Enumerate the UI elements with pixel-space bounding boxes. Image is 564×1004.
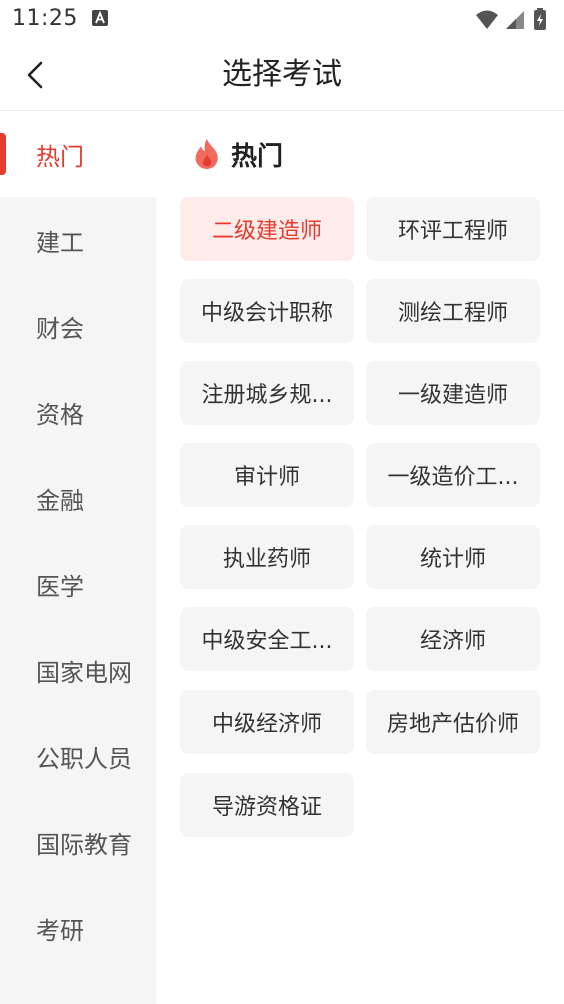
back-button[interactable]: [12, 52, 58, 98]
exam-button-intermediate-accounting[interactable]: 中级会计职称: [180, 279, 354, 343]
sidebar-item-label: 金融: [36, 486, 84, 515]
exam-button-label: 房地产估价师: [386, 712, 519, 737]
exam-button-eia-engineer[interactable]: 环评工程师: [366, 197, 540, 261]
exam-button-label: 导游资格证: [211, 795, 322, 820]
exam-button-urban-planner[interactable]: 注册城乡规...: [180, 361, 354, 425]
chevron-left-icon: [27, 61, 43, 89]
exam-button-licensed-pharmacist[interactable]: 执业药师: [180, 525, 354, 589]
sidebar-item-label: 资格: [36, 400, 84, 429]
exam-button-surveying-engineer[interactable]: 测绘工程师: [366, 279, 540, 343]
section-title-text: 热门: [231, 141, 284, 172]
sidebar-item-label: 建工: [36, 228, 84, 257]
sidebar-item-accounting[interactable]: 财会: [0, 283, 156, 369]
exam-button-label: 中级会计职称: [200, 301, 333, 326]
exam-button-label: 一级造价工...: [387, 465, 519, 490]
exam-button-label: 中级经济师: [211, 712, 322, 737]
cellular-signal-icon: [506, 11, 524, 29]
sidebar-item-label: 医学: [36, 572, 84, 601]
exam-button-label: 统计师: [419, 547, 486, 572]
exam-button-label: 二级建造师: [211, 219, 322, 244]
sidebar-item-label: 考研: [36, 916, 84, 945]
exam-button-first-class-cost-engineer[interactable]: 一级造价工...: [366, 443, 540, 507]
exam-button-first-class-constructor[interactable]: 一级建造师: [366, 361, 540, 425]
sidebar-item-postgraduate[interactable]: 考研: [0, 885, 156, 971]
exam-button-tour-guide-certificate[interactable]: 导游资格证: [180, 773, 354, 837]
exam-button-label: 经济师: [419, 629, 486, 654]
exam-button-label: 执业药师: [222, 547, 311, 572]
exam-button-intermediate-safety-engineer[interactable]: 中级安全工...: [180, 607, 354, 671]
exam-button-label: 一级建造师: [397, 383, 508, 408]
fire-icon: [195, 139, 218, 169]
sidebar-item-construction[interactable]: 建工: [0, 197, 156, 283]
exam-button-label: 注册城乡规...: [201, 383, 333, 408]
category-sidebar: 热门 建工 财会 资格 金融 医学 国家电网 公职人员 国际教育 考研: [0, 111, 156, 1004]
exam-button-economist[interactable]: 经济师: [366, 607, 540, 671]
sidebar-item-civil-servants[interactable]: 公职人员: [0, 713, 156, 799]
exam-button-intermediate-economist[interactable]: 中级经济师: [180, 690, 354, 754]
battery-icon: [534, 8, 546, 30]
header: 选择考试: [0, 40, 564, 111]
sidebar-item-hot[interactable]: 热门: [0, 111, 156, 197]
sidebar-item-international-education[interactable]: 国际教育: [0, 799, 156, 885]
notification-a-icon: [92, 10, 108, 26]
status-bar: 11:25: [0, 0, 564, 40]
status-icons: [476, 8, 546, 30]
sidebar-item-label: 公职人员: [36, 744, 132, 773]
exam-button-label: 环评工程师: [397, 219, 508, 244]
exam-button-second-class-constructor[interactable]: 二级建造师: [180, 197, 354, 261]
active-indicator: [0, 133, 6, 175]
exam-button-auditor[interactable]: 审计师: [180, 443, 354, 507]
wifi-icon: [476, 10, 498, 29]
sidebar-item-label: 财会: [36, 314, 84, 343]
exam-button-real-estate-appraiser[interactable]: 房地产估价师: [366, 690, 540, 754]
sidebar-item-label: 热门: [36, 142, 84, 171]
exam-button-statistician[interactable]: 统计师: [366, 525, 540, 589]
sidebar-item-label: 国际教育: [36, 830, 132, 859]
sidebar-item-state-grid[interactable]: 国家电网: [0, 627, 156, 713]
exam-button-label: 中级安全工...: [201, 629, 333, 654]
sidebar-item-medicine[interactable]: 医学: [0, 541, 156, 627]
section-title: 热门: [193, 136, 283, 172]
status-time: 11:25: [12, 6, 78, 31]
sidebar-item-label: 国家电网: [36, 658, 132, 687]
sidebar-item-qualification[interactable]: 资格: [0, 369, 156, 455]
page-title: 选择考试: [222, 57, 342, 92]
sidebar-item-finance[interactable]: 金融: [0, 455, 156, 541]
exam-button-label: 审计师: [233, 465, 300, 490]
exam-button-label: 测绘工程师: [397, 301, 508, 326]
